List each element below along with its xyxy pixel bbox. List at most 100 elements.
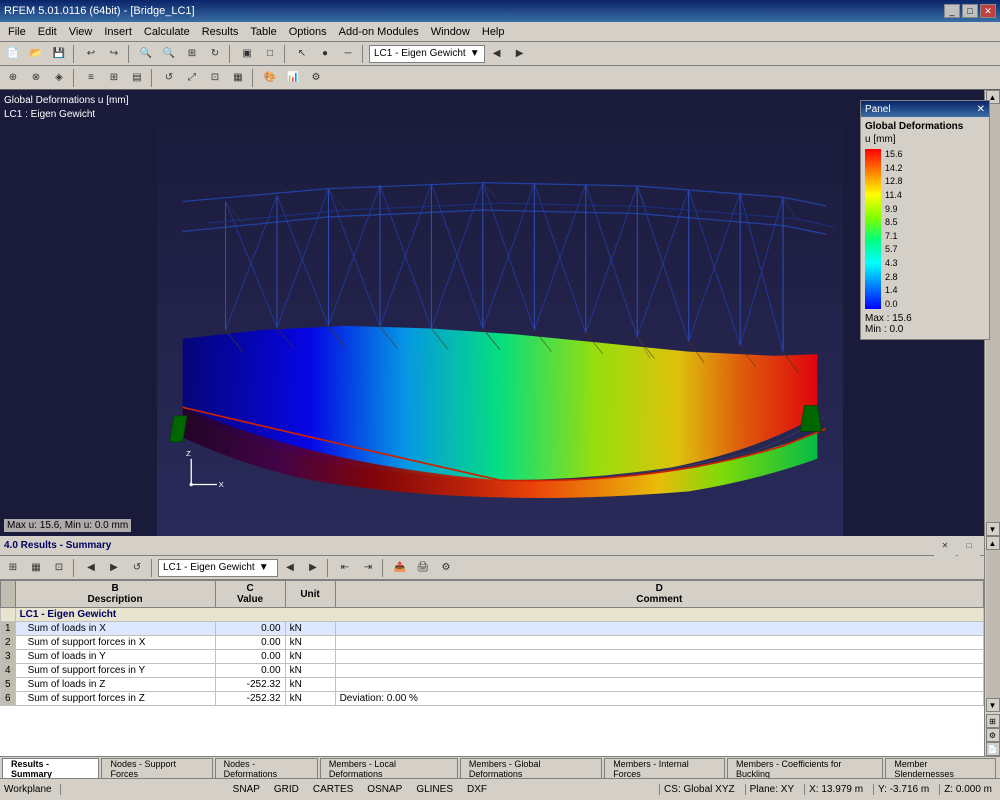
results-scroll-up[interactable]: ▲ — [986, 536, 1000, 550]
col-b-header: BDescription — [15, 581, 215, 608]
results-close-btn[interactable]: ✕ — [934, 536, 956, 556]
lc-arrow[interactable]: ▼ — [470, 48, 480, 59]
titlebar-title: RFEM 5.01.0116 (64bit) - [Bridge_LC1] — [4, 5, 195, 17]
tb2-3[interactable]: ◈ — [48, 68, 70, 88]
row-num — [1, 608, 16, 622]
rt-1[interactable]: ⊞ — [2, 558, 24, 578]
save-btn[interactable]: 💾 — [48, 44, 70, 64]
menu-table[interactable]: Table — [244, 24, 282, 40]
menu-options[interactable]: Options — [283, 24, 333, 40]
prev-lc[interactable]: ◀ — [486, 44, 508, 64]
rt-print[interactable]: 🖨 — [412, 558, 434, 578]
render-btn[interactable]: ▣ — [236, 44, 258, 64]
zoom-in[interactable]: 🔍 — [135, 44, 157, 64]
results-scrollbar[interactable]: ▲ ▼ ⊞ ⚙ 📄 — [984, 536, 1000, 756]
tab-nodes-support[interactable]: Nodes - Support Forces — [101, 758, 212, 778]
panel-title-label: Panel — [865, 104, 891, 115]
tb2-11[interactable]: 🎨 — [259, 68, 281, 88]
results-icon-2[interactable]: ⚙ — [986, 728, 1000, 742]
tab-slender[interactable]: Member Slendernesses — [885, 758, 996, 778]
rotate[interactable]: ↻ — [204, 44, 226, 64]
select-btn[interactable]: ↖ — [291, 44, 313, 64]
rt-4[interactable]: ◀ — [80, 558, 102, 578]
menu-help[interactable]: Help — [476, 24, 511, 40]
member-btn[interactable]: ─ — [337, 44, 359, 64]
glines-toggle[interactable]: GLINES — [412, 784, 457, 795]
tab-nodes-deform[interactable]: Nodes - Deformations — [215, 758, 318, 778]
tb2-8[interactable]: ⤢ — [181, 68, 203, 88]
zoom-all[interactable]: ⊞ — [181, 44, 203, 64]
dxf-toggle[interactable]: DXF — [463, 784, 491, 795]
results-icon-1[interactable]: ⊞ — [986, 714, 1000, 728]
tab-members-internal[interactable]: Members - Internal Forces — [604, 758, 725, 778]
tab-members-buckling[interactable]: Members - Coefficients for Buckling — [727, 758, 883, 778]
rt-7[interactable]: ◀ — [279, 558, 301, 578]
results-table-container[interactable]: BDescription CValue Unit DComment ​LC1 -… — [0, 580, 984, 756]
tb2-9[interactable]: ⊡ — [204, 68, 226, 88]
tb2-2[interactable]: ⊗ — [25, 68, 47, 88]
legend-panel: Panel ✕ Global Deformations u [mm] 15.6 … — [860, 100, 990, 340]
results-scroll-down[interactable]: ▼ — [986, 698, 1000, 712]
menu-file[interactable]: File — [2, 24, 32, 40]
new-btn[interactable]: 📄 — [2, 44, 24, 64]
menu-view[interactable]: View — [63, 24, 99, 40]
tab-results-summary[interactable]: Results - Summary — [2, 758, 99, 778]
tab-members-global[interactable]: Members - Global Deformations — [460, 758, 602, 778]
tb2-6[interactable]: ▤ — [126, 68, 148, 88]
tb2-13[interactable]: ⚙ — [305, 68, 327, 88]
menu-results[interactable]: Results — [196, 24, 245, 40]
menu-calculate[interactable]: Calculate — [138, 24, 196, 40]
rt-9[interactable]: ⇤ — [334, 558, 356, 578]
tb2-12[interactable]: 📊 — [282, 68, 304, 88]
lc-dropdown[interactable]: LC1 - Eigen Gewicht ▼ — [369, 45, 485, 63]
zoom-out[interactable]: 🔍 — [158, 44, 180, 64]
osnap-toggle[interactable]: OSNAP — [363, 784, 406, 795]
rt-5[interactable]: ▶ — [103, 558, 125, 578]
tb2-10[interactable]: ▦ — [227, 68, 249, 88]
results-tbody: ​LC1 - Eigen Gewicht1 Sum of loads in X … — [1, 608, 984, 706]
wireframe-btn[interactable]: □ — [259, 44, 281, 64]
rt-10[interactable]: ⇥ — [357, 558, 379, 578]
scale-labels: 15.6 14.2 12.8 11.4 9.9 8.5 7.1 5.7 4.3 … — [885, 149, 903, 309]
redo-btn[interactable]: ↪ — [103, 44, 125, 64]
grid-toggle[interactable]: GRID — [270, 784, 303, 795]
menu-insert[interactable]: Insert — [98, 24, 138, 40]
rt-2[interactable]: ▦ — [25, 558, 47, 578]
rt-export[interactable]: 📤 — [389, 558, 411, 578]
scroll-down-btn[interactable]: ▼ — [986, 522, 1000, 536]
tb2-5[interactable]: ⊞ — [103, 68, 125, 88]
rt-8[interactable]: ▶ — [302, 558, 324, 578]
menu-edit[interactable]: Edit — [32, 24, 63, 40]
statusbar: Workplane SNAP GRID CARTES OSNAP GLINES … — [0, 778, 1000, 800]
results-float-btn[interactable]: □ — [958, 536, 980, 556]
rt-lc-dropdown[interactable]: LC1 - Eigen Gewicht ▼ — [158, 559, 278, 577]
rt-lc-arrow[interactable]: ▼ — [259, 562, 269, 573]
results-icon-3[interactable]: 📄 — [986, 742, 1000, 756]
results-title: 4.0 Results - Summary — [4, 540, 111, 551]
rt-3[interactable]: ⊡ — [48, 558, 70, 578]
open-btn[interactable]: 📂 — [25, 44, 47, 64]
menu-addon[interactable]: Add-on Modules — [333, 24, 425, 40]
node-btn[interactable]: ● — [314, 44, 336, 64]
cartes-toggle[interactable]: CARTES — [309, 784, 357, 795]
bridge-viewport[interactable]: Z X — [0, 90, 1000, 536]
row-comment — [335, 664, 983, 678]
next-lc[interactable]: ▶ — [509, 44, 531, 64]
tb2-4[interactable]: ≡ — [80, 68, 102, 88]
rt-6[interactable]: ↺ — [126, 558, 148, 578]
rt-settings[interactable]: ⚙ — [435, 558, 457, 578]
maximize-button[interactable]: □ — [962, 4, 978, 18]
tb2-7[interactable]: ↺ — [158, 68, 180, 88]
tb2-1[interactable]: ⊕ — [2, 68, 24, 88]
close-button[interactable]: ✕ — [980, 4, 996, 18]
undo-btn[interactable]: ↩ — [80, 44, 102, 64]
snap-toggle[interactable]: SNAP — [229, 784, 264, 795]
row-comment — [335, 650, 983, 664]
window-controls: _ □ ✕ — [944, 4, 996, 18]
tab-members-local[interactable]: Members - Local Deformations — [320, 758, 458, 778]
minimize-button[interactable]: _ — [944, 4, 960, 18]
col-unit-header: Unit — [285, 581, 335, 608]
panel-close-icon[interactable]: ✕ — [977, 104, 985, 115]
sep8 — [252, 69, 256, 87]
menu-window[interactable]: Window — [425, 24, 476, 40]
